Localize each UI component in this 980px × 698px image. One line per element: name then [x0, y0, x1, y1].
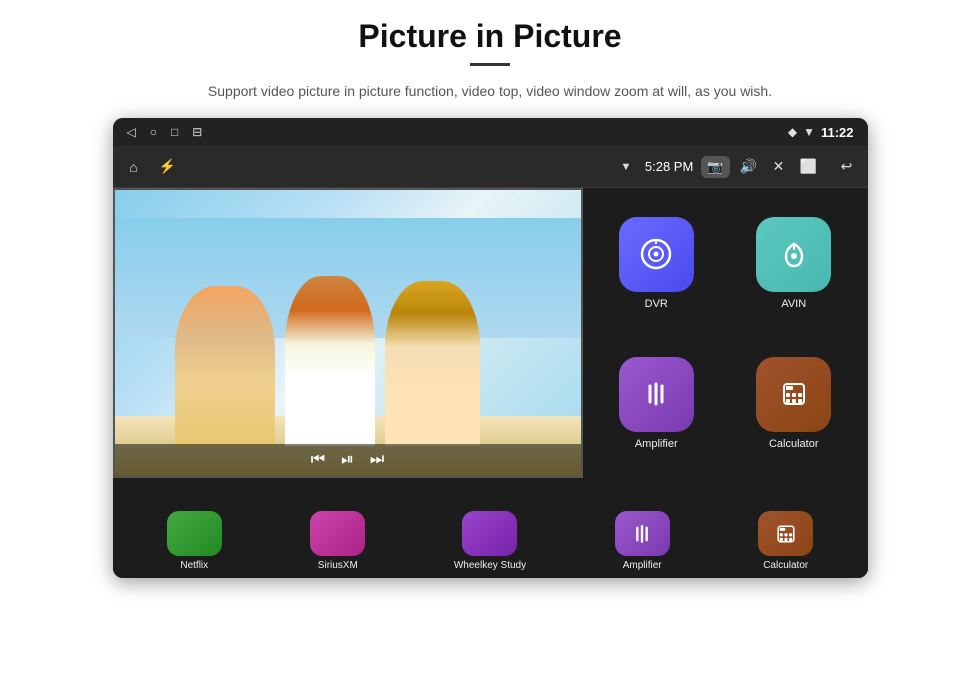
location-icon: ◆: [788, 125, 797, 139]
app-icon-calculator[interactable]: Calculator: [730, 338, 858, 468]
status-time: 11:22: [821, 125, 854, 140]
amplifier-label: Amplifier: [635, 438, 678, 450]
person-3: [385, 281, 480, 446]
page-description: Support video picture in picture functio…: [208, 80, 772, 102]
calculator-label: Calculator: [769, 438, 819, 450]
video-pip[interactable]: 📷 − + ✕: [113, 188, 583, 478]
avin-label: AVIN: [781, 298, 806, 310]
bottom-app-amplifier-row[interactable]: Amplifier: [615, 511, 670, 571]
usb-icon: ⚡: [157, 158, 179, 175]
wheelkey-icon-box: [462, 511, 517, 556]
square-icon[interactable]: □: [171, 125, 178, 139]
app-icon-avin[interactable]: AVIN: [730, 198, 858, 328]
dvr-svg-icon: [638, 236, 674, 272]
person-2: [285, 276, 375, 446]
video-prev-button[interactable]: ⏮: [311, 451, 325, 469]
avin-svg-icon: [776, 236, 812, 272]
toolbar-center: ▼ 5:28 PM 📷 🔊 ✕ ⬜: [187, 156, 828, 178]
avin-icon-box: [756, 217, 831, 292]
calculator-icon-box: [756, 357, 831, 432]
video-bottom-controls: ⏮ ⏯ ⏭: [115, 444, 581, 476]
bottom-apps-row: Netflix SiriusXM Wheelkey Study: [113, 496, 868, 578]
toolbar-back-icon[interactable]: ↩: [836, 158, 858, 175]
bottom-app-calculator-row[interactable]: Calculator: [758, 511, 813, 571]
bottom-app-netflix[interactable]: Netflix: [167, 511, 222, 571]
amplifier-svg-icon: [638, 376, 674, 412]
title-divider: [470, 63, 510, 66]
page-wrapper: Picture in Picture Support video picture…: [0, 0, 980, 698]
dvr-icon-box: [619, 217, 694, 292]
status-bar: ◁ ○ □ ⊟ ◆ ▼ 11:22: [113, 118, 868, 146]
calculator-row-label: Calculator: [763, 560, 808, 571]
toolbar-time: 5:28 PM: [645, 159, 693, 174]
status-right-icons: ◆ ▼ 11:22: [788, 125, 854, 140]
wheelkey-label: Wheelkey Study: [454, 560, 526, 571]
bottom-app-siriusxm[interactable]: SiriusXM: [310, 511, 365, 571]
main-content: 📷 − + ✕: [113, 188, 868, 578]
toolbar-wifi-icon: ▼: [615, 161, 637, 173]
siriusxm-label: SiriusXM: [318, 560, 358, 571]
wifi-icon: ▼: [803, 125, 815, 139]
amplifier-row-svg: [628, 520, 656, 548]
toolbar-camera-button[interactable]: 📷: [701, 156, 729, 178]
toolbar-right: ↩: [836, 158, 858, 175]
video-play-button[interactable]: ⏯: [341, 451, 354, 469]
video-image: [115, 190, 581, 476]
toolbar-window-icon[interactable]: ⬜: [798, 158, 820, 175]
calculator-svg-icon: [776, 376, 812, 412]
amplifier-row-icon-box: [615, 511, 670, 556]
toolbar: ⌂ ⚡ ▼ 5:28 PM 📷 🔊 ✕ ⬜ ↩: [113, 146, 868, 188]
toolbar-close-icon[interactable]: ✕: [768, 158, 790, 175]
calculator-row-icon-box: [758, 511, 813, 556]
amplifier-row-label: Amplifier: [623, 560, 662, 571]
back-icon[interactable]: ◁: [127, 125, 136, 139]
calculator-row-svg: [772, 520, 800, 548]
siriusxm-icon-box: [310, 511, 365, 556]
video-next-button[interactable]: ⏭: [370, 451, 384, 469]
bookmark-icon[interactable]: ⊟: [192, 125, 202, 139]
netflix-label: Netflix: [180, 560, 208, 571]
dvr-label: DVR: [645, 298, 668, 310]
person-1: [175, 286, 275, 446]
bottom-app-wheelkey[interactable]: Wheelkey Study: [454, 511, 526, 571]
home-icon[interactable]: ⌂: [123, 159, 145, 175]
device-frame: ◁ ○ □ ⊟ ◆ ▼ 11:22 ⌂ ⚡ ▼ 5:28 PM 📷 🔊: [113, 118, 868, 578]
app-icon-dvr[interactable]: DVR: [593, 198, 721, 328]
amplifier-icon-box: [619, 357, 694, 432]
netflix-icon-box: [167, 511, 222, 556]
status-left-icons: ◁ ○ □ ⊟: [127, 125, 203, 139]
toolbar-left: ⌂ ⚡: [123, 158, 179, 175]
home-circle-icon[interactable]: ○: [150, 125, 157, 139]
app-icon-amplifier[interactable]: Amplifier: [593, 338, 721, 468]
toolbar-volume-icon[interactable]: 🔊: [738, 158, 760, 175]
page-title: Picture in Picture: [358, 18, 621, 55]
app-grid: DVR AVIN: [583, 188, 868, 478]
app-grid-area: 📷 − + ✕: [113, 188, 868, 578]
